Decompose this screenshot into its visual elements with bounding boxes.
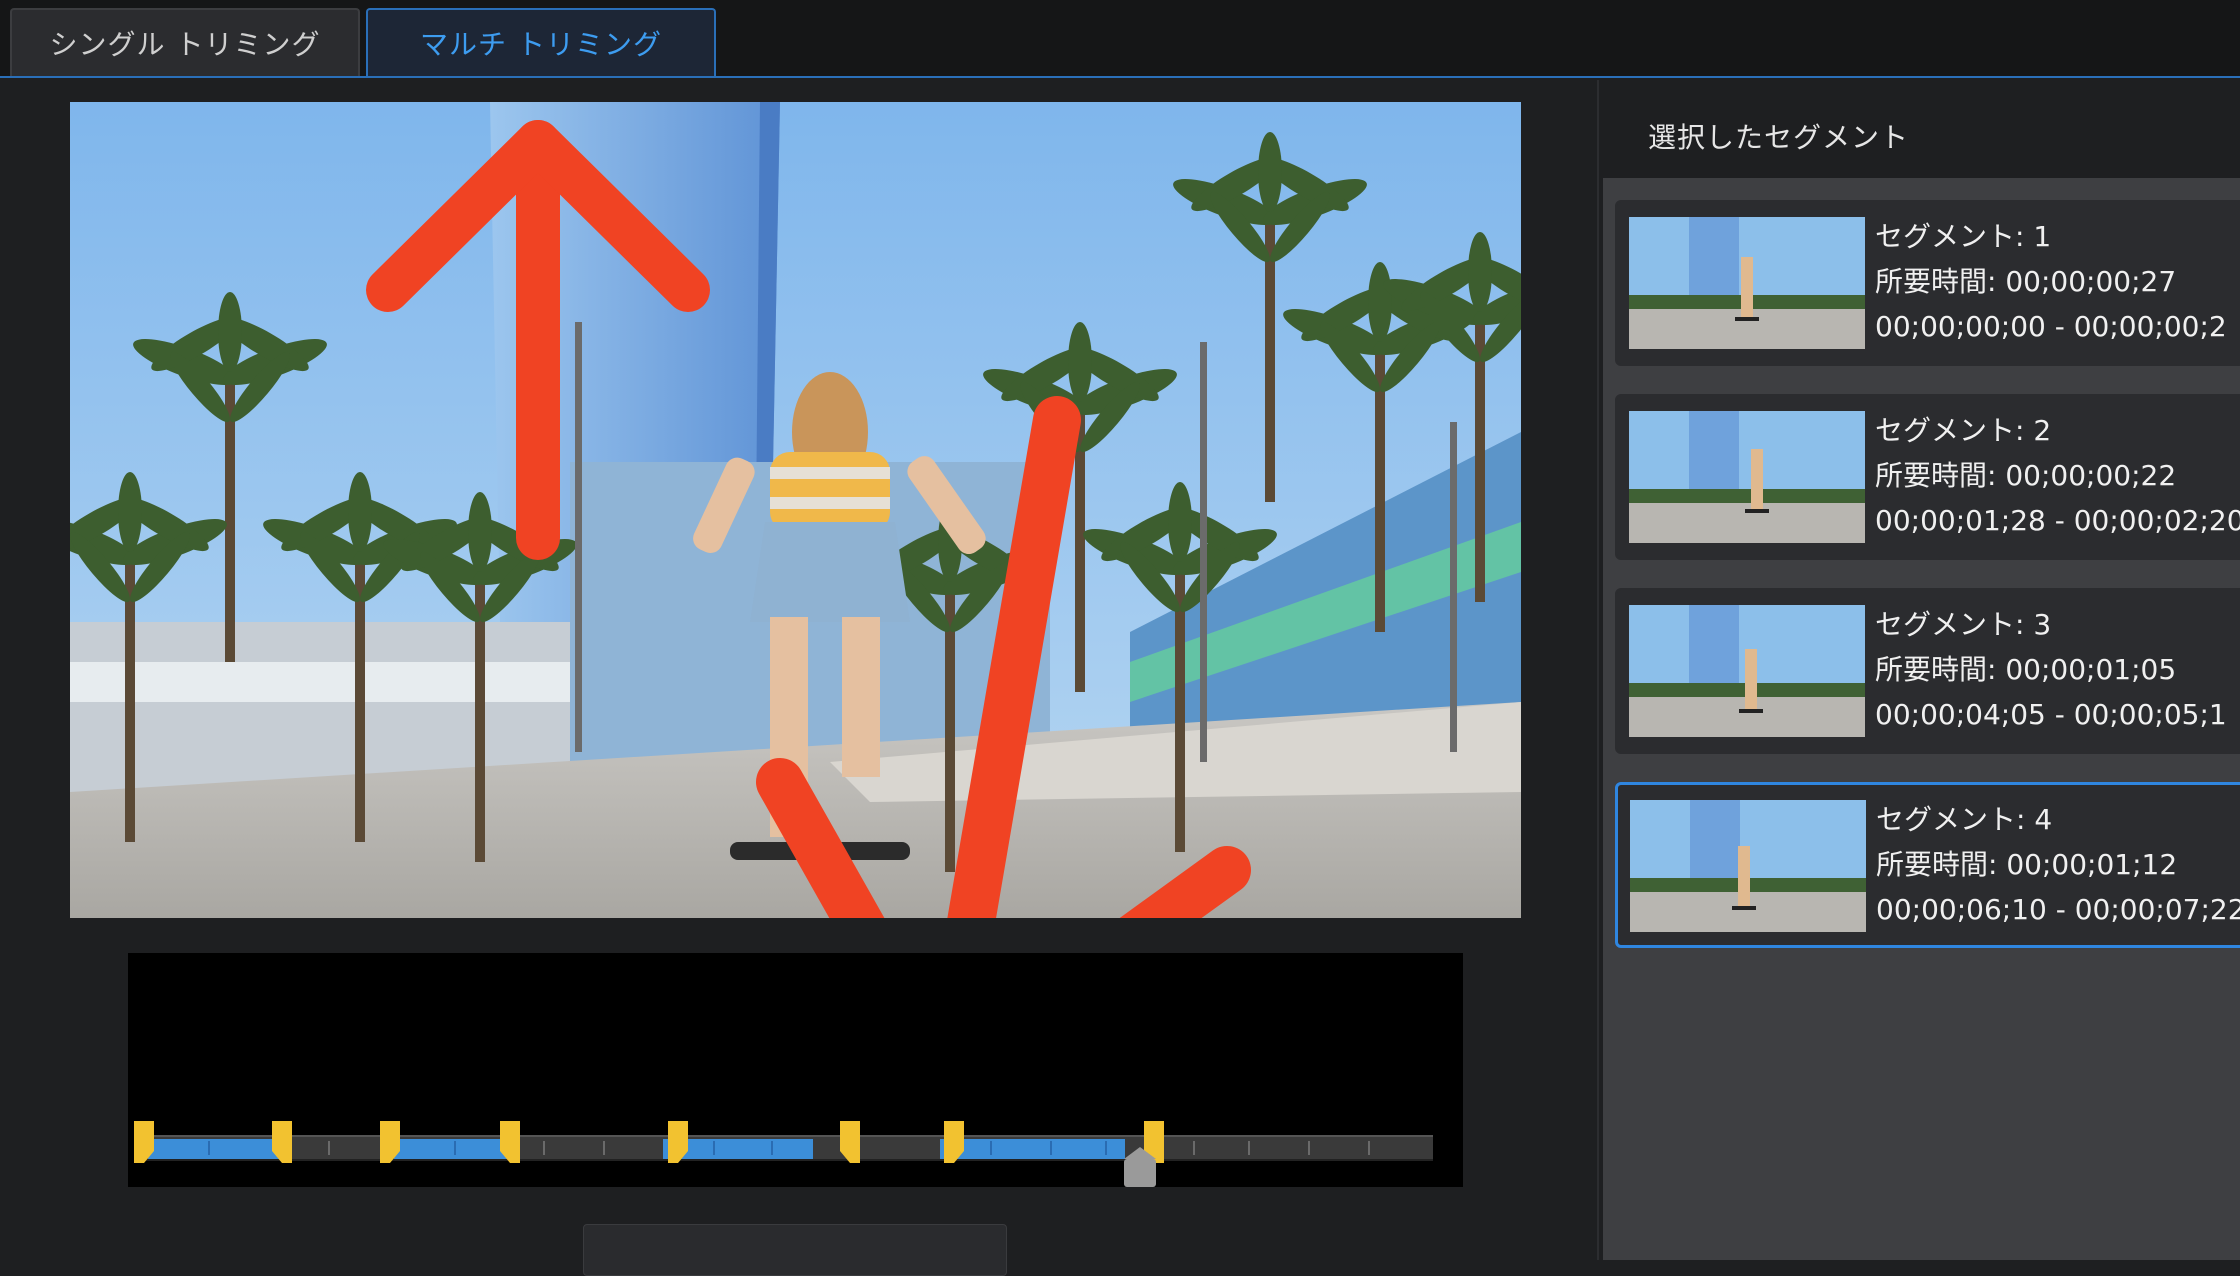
segment-duration: 所要時間: 00;00;01;05 (1875, 653, 2177, 686)
segment-list[interactable]: セグメント: 1 所要時間: 00;00;00;27 00;00;00;00 -… (1603, 178, 2240, 1260)
panel-divider (1597, 80, 1599, 1260)
segment-range: 00;00;00;00 - 00;00;00;2 (1875, 310, 2227, 343)
segment-name: セグメント: 1 (1875, 220, 2052, 253)
segment-range-2[interactable] (394, 1139, 514, 1159)
segment-duration: 所要時間: 00;00;01;12 (1876, 848, 2178, 881)
trim-timeline[interactable] (128, 953, 1463, 1187)
tab-single-trimming[interactable]: シングル トリミング (10, 8, 360, 76)
marker-icon[interactable] (944, 1121, 964, 1163)
panel-title: 選択したセグメント (1648, 121, 1910, 154)
segment-duration: 所要時間: 00;00;00;27 (1875, 265, 2177, 298)
marker-icon[interactable] (134, 1121, 154, 1163)
segment-card-4[interactable]: セグメント: 4 所要時間: 00;00;01;12 00;00;06;10 -… (1615, 782, 2240, 948)
segment-thumbnail (1630, 800, 1866, 932)
segment-range-4[interactable] (940, 1139, 1125, 1159)
playhead-icon[interactable] (1124, 1147, 1156, 1187)
segment-thumbnail (1629, 217, 1865, 349)
video-preview[interactable] (70, 102, 1521, 918)
segment-name: セグメント: 4 (1876, 803, 2053, 836)
marker-icon[interactable] (272, 1121, 292, 1163)
marker-icon[interactable] (500, 1121, 520, 1163)
panel-header: 選択したセグメント (1600, 80, 2240, 176)
segment-range-1[interactable] (148, 1139, 280, 1159)
segment-name: セグメント: 2 (1875, 414, 2052, 447)
segment-duration: 所要時間: 00;00;00;22 (1875, 459, 2177, 492)
marker-icon[interactable] (380, 1121, 400, 1163)
segment-card-3[interactable]: セグメント: 3 所要時間: 00;00;01;05 00;00;04;05 -… (1615, 588, 2240, 754)
tab-bar: シングル トリミング マルチ トリミング (0, 0, 2240, 78)
segment-card-2[interactable]: セグメント: 2 所要時間: 00;00;00;22 00;00;01;28 -… (1615, 394, 2240, 560)
playback-controls[interactable] (583, 1224, 1007, 1276)
segment-range: 00;00;06;10 - 00;00;07;22 (1876, 893, 2240, 926)
segment-range: 00;00;01;28 - 00;00;02;20 (1875, 504, 2240, 537)
marker-icon[interactable] (840, 1121, 860, 1163)
timeline-track[interactable] (138, 1135, 1433, 1161)
segment-thumbnail (1629, 605, 1865, 737)
marker-icon[interactable] (668, 1121, 688, 1163)
segment-name: セグメント: 3 (1875, 608, 2052, 641)
segment-card-1[interactable]: セグメント: 1 所要時間: 00;00;00;27 00;00;00;00 -… (1615, 200, 2240, 366)
preview-frame (70, 102, 1521, 918)
tab-multi-trimming[interactable]: マルチ トリミング (366, 8, 716, 76)
segment-range: 00;00;04;05 - 00;00;05;1 (1875, 698, 2227, 731)
segment-thumbnail (1629, 411, 1865, 543)
